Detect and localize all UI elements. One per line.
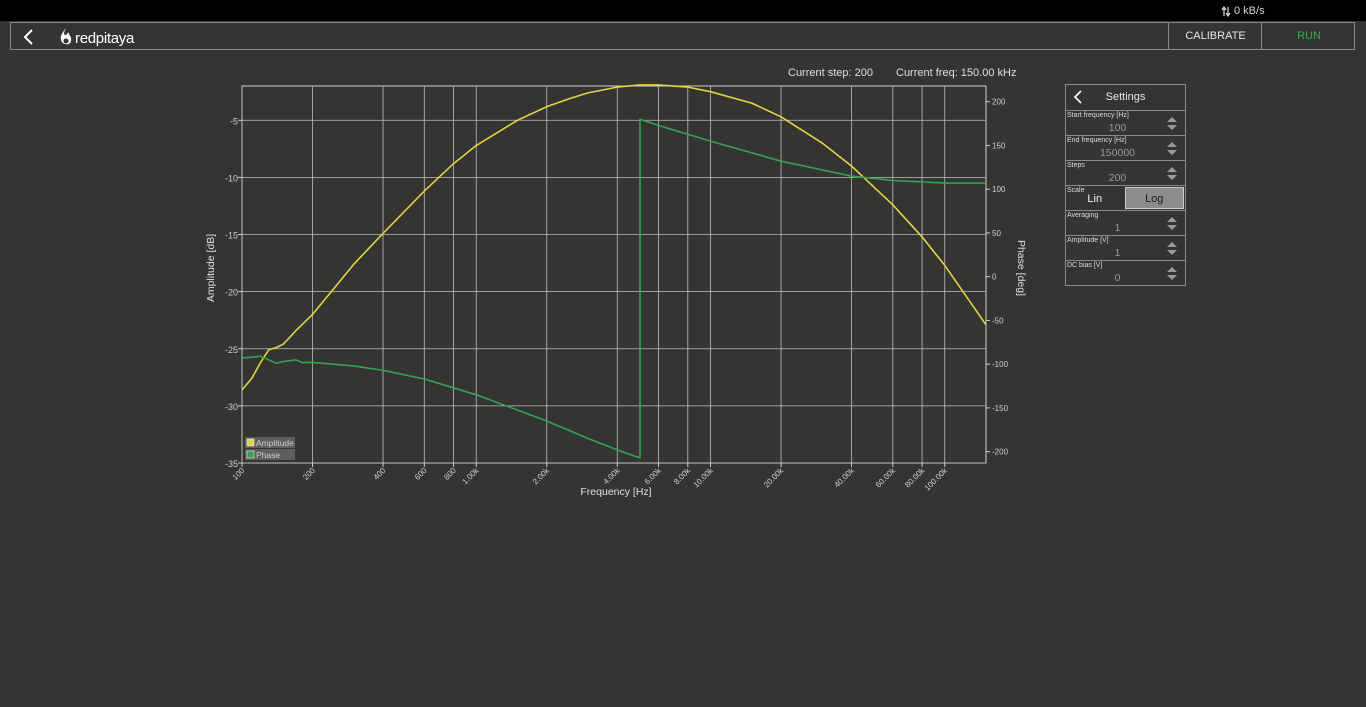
dc-bias-input[interactable]: 0 (1066, 272, 1169, 284)
spinner-arrows-icon[interactable] (1167, 267, 1177, 280)
spinner-arrows-icon[interactable] (1167, 167, 1177, 180)
scale-label: Scale (1067, 187, 1085, 194)
y-axis-label: Amplitude [dB] (205, 234, 217, 302)
scale-row: Lin Log Scale (1066, 186, 1185, 211)
start-frequency-label: Start frequency [Hz] (1067, 112, 1129, 119)
legend-swatch (246, 438, 255, 447)
y-tick-label: -25 (225, 345, 238, 355)
y2-tick-label: 0 (992, 273, 997, 282)
start-frequency-input[interactable]: 100 (1066, 122, 1169, 134)
x-axis-label: Frequency [Hz] (580, 486, 651, 498)
x-tick-label: 2.00k (531, 465, 552, 486)
dc-bias-label: DC bias [V] (1067, 262, 1103, 269)
plot-axes: 100 200 400 600 800 1.00k 2.00k 4.00k 6.00k 8.00k… (205, 98, 1027, 498)
y2-tick-label: 150 (992, 141, 1006, 150)
amplitude-label: Amplitude [V] (1067, 237, 1109, 244)
y2-tick-label: 200 (992, 98, 1006, 107)
x-tick-label: 8.00k (672, 465, 693, 486)
x-tick-label: 800 (442, 466, 458, 482)
averaging-input[interactable]: 1 (1066, 222, 1169, 234)
x-tick-label: 200 (301, 466, 317, 482)
y-tick-label: -15 (225, 231, 238, 241)
start-frequency-row: Start frequency [Hz] 100 (1066, 111, 1185, 136)
end-frequency-input[interactable]: 150000 (1066, 147, 1169, 159)
y-tick-label: -35 (225, 459, 238, 469)
legend-label: Phase (256, 450, 280, 460)
x-tick-label: 100.00k (923, 465, 950, 492)
averaging-label: Averaging (1067, 212, 1099, 219)
x-tick-label: 1.00k (460, 465, 481, 486)
y2-tick-label: 100 (992, 185, 1006, 194)
spinner-arrows-icon[interactable] (1167, 142, 1177, 155)
averaging-row: Averaging 1 (1066, 211, 1185, 236)
settings-header: Settings (1066, 85, 1185, 111)
settings-title: Settings (1105, 91, 1146, 103)
series-line-phase (241, 118, 986, 459)
y2-tick-label: -100 (992, 360, 1009, 369)
y2-axis-label: Phase [deg] (1015, 240, 1027, 296)
steps-label: Steps (1067, 162, 1085, 169)
spinner-arrows-icon[interactable] (1167, 217, 1177, 230)
x-tick-label: 20.00k (762, 465, 786, 489)
dc-bias-row: DC bias [V] 0 (1066, 261, 1185, 285)
y2-tick-label: -150 (992, 404, 1009, 413)
x-tick-label: 40.00k (833, 465, 857, 489)
x-tick-label: 6.00k (643, 465, 664, 486)
y2-tick-label: -50 (992, 316, 1004, 325)
y-tick-label: -30 (225, 402, 238, 412)
amplitude-input[interactable]: 1 (1066, 247, 1169, 259)
steps-input[interactable]: 200 (1066, 172, 1169, 184)
y-tick-label: -20 (225, 288, 238, 298)
x-tick-label: 4.00k (601, 465, 622, 486)
scale-log-button[interactable]: Log (1124, 187, 1184, 209)
plot-grid (241, 85, 987, 464)
x-tick-label: 400 (372, 466, 388, 482)
y2-tick-label: -200 (992, 448, 1009, 457)
steps-row: Steps 200 (1066, 161, 1185, 186)
x-tick-label: 60.00k (874, 465, 898, 489)
plot-frame (241, 85, 987, 464)
y-tick-label: -10 (225, 173, 238, 183)
plot-series (241, 84, 987, 459)
end-frequency-row: End frequency [Hz] 150000 (1066, 136, 1185, 161)
spinner-arrows-icon[interactable] (1167, 117, 1177, 130)
series-line-amplitude (241, 84, 987, 391)
x-tick-label: 10.00k (692, 465, 716, 489)
legend-label: Amplitude (256, 438, 294, 448)
legend-swatch (246, 450, 255, 459)
end-frequency-label: End frequency [Hz] (1067, 137, 1127, 144)
y-tick-label: -5 (230, 116, 238, 126)
plot-legend: Amplitude Phase (245, 437, 295, 460)
amplitude-row: Amplitude [V] 1 (1066, 236, 1185, 261)
spinner-arrows-icon[interactable] (1167, 242, 1177, 255)
settings-panel: Settings Start frequency [Hz] 100 End fr… (1065, 84, 1186, 286)
y2-tick-label: 50 (992, 229, 1001, 238)
x-tick-label: 600 (413, 466, 429, 482)
